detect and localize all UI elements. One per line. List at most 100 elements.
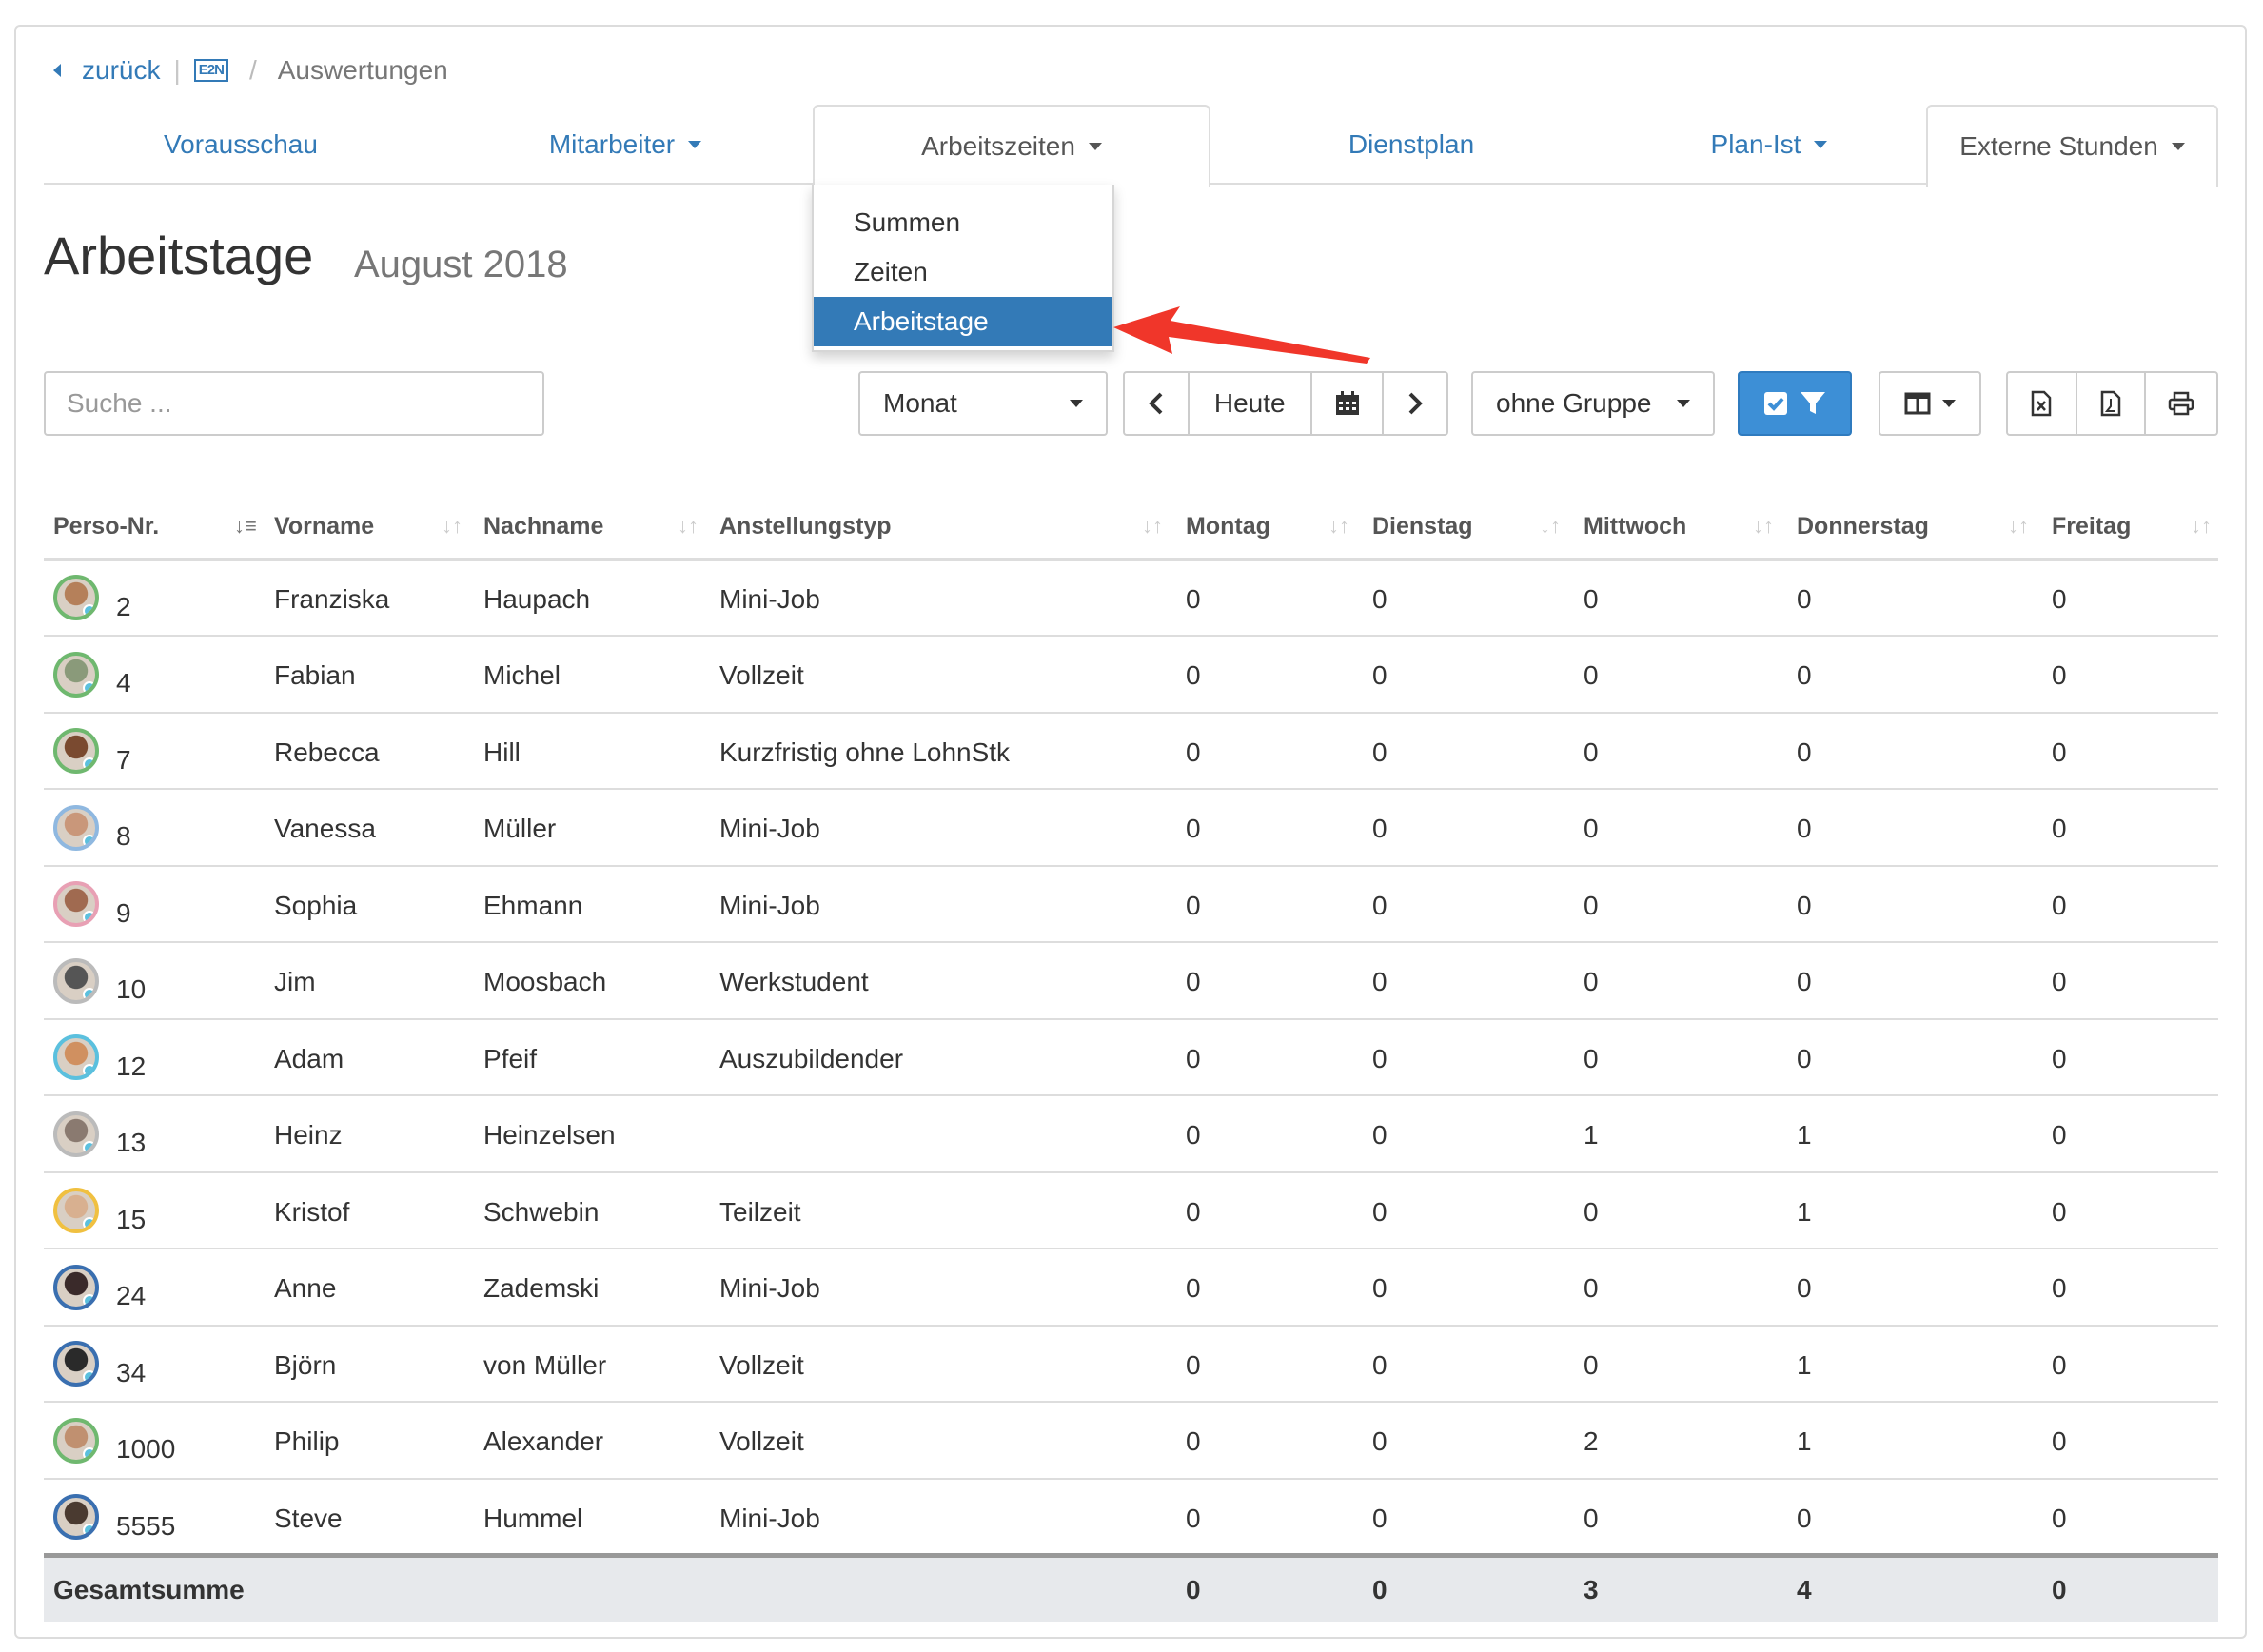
caret-left-icon[interactable] xyxy=(53,64,61,77)
cell-freitag: 0 xyxy=(2052,583,2067,614)
table-row[interactable]: 7 Rebecca Hill Kurzfristig ohne LohnStk 0 0 0 0… xyxy=(44,715,2218,790)
cell-vorname: Philip xyxy=(274,1426,340,1456)
sort-icon[interactable]: ↓↑ xyxy=(1753,514,1774,539)
sort-desc-icon[interactable]: ↓≡ xyxy=(234,514,257,539)
cell-freitag: 0 xyxy=(2052,1426,2067,1456)
table-row[interactable]: 10 Jim Moosbach Werkstudent 0 0 0 0 0 xyxy=(44,945,2218,1020)
cell-perso-nr: 8 xyxy=(116,821,131,851)
cell-mittwoch: 0 xyxy=(1584,737,1599,767)
cell-anstellungstyp: Auszubildender xyxy=(719,1043,904,1073)
cell-nachname: Pfeif xyxy=(483,1043,538,1073)
period-select[interactable]: Monat xyxy=(858,371,1108,436)
cell-mittwoch: 0 xyxy=(1584,814,1599,843)
header-dienstag[interactable]: Dienstag xyxy=(1372,495,1473,558)
print-button[interactable] xyxy=(2146,373,2216,434)
table-row[interactable]: 13 Heinz Heinzelsen 0 0 1 1 0 xyxy=(44,1098,2218,1173)
sort-icon[interactable]: ↓↑ xyxy=(442,514,462,539)
header-montag[interactable]: Montag xyxy=(1186,495,1270,558)
total-donnerstag: 4 xyxy=(1797,1574,1812,1604)
cell-donnerstag: 0 xyxy=(1797,814,1812,843)
today-button[interactable]: Heute xyxy=(1190,373,1312,434)
tab-plan-ist[interactable]: Plan-Ist xyxy=(1612,105,1926,185)
table-row[interactable]: 1000 Philip Alexander Vollzeit 0 0 2 1 0 xyxy=(44,1405,2218,1480)
avatar xyxy=(53,1034,99,1080)
status-dot-icon xyxy=(83,1217,95,1229)
header-anstellungstyp[interactable]: Anstellungstyp xyxy=(719,495,892,558)
cell-vorname: Fabian xyxy=(274,660,356,690)
cell-anstellungstyp: Mini-Job xyxy=(719,1273,820,1303)
search-input[interactable] xyxy=(44,371,544,436)
tab-externe-stunden[interactable]: Externe Stunden xyxy=(1926,105,2218,187)
tab-vorausschau[interactable]: Vorausschau xyxy=(44,105,438,185)
cell-perso-nr: 12 xyxy=(116,1051,147,1081)
columns-icon xyxy=(1904,392,1931,415)
back-link[interactable]: zurück xyxy=(82,55,160,86)
cell-nachname: Schwebin xyxy=(483,1196,600,1227)
sort-icon[interactable]: ↓↑ xyxy=(2191,514,2212,539)
cell-anstellungstyp: Vollzeit xyxy=(719,1349,804,1380)
menu-item-zeiten[interactable]: Zeiten xyxy=(814,247,1112,297)
cell-vorname: Adam xyxy=(274,1043,344,1073)
cell-nachname: Hummel xyxy=(483,1503,583,1533)
header-perso-nr[interactable]: Perso-Nr. xyxy=(53,495,159,558)
avatar xyxy=(53,881,99,927)
menu-item-summen[interactable]: Summen xyxy=(814,198,1112,247)
tab-arbeitszeiten[interactable]: Arbeitszeiten xyxy=(813,105,1210,187)
tab-mitarbeiter[interactable]: Mitarbeiter xyxy=(438,105,813,185)
table-row[interactable]: 12 Adam Pfeif Auszubildender 0 0 0 0 0 xyxy=(44,1021,2218,1096)
table-row[interactable]: 5555 Steve Hummel Mini-Job 0 0 0 0 0 xyxy=(44,1481,2218,1556)
table-row[interactable]: 4 Fabian Michel Vollzeit 0 0 0 0 0 xyxy=(44,639,2218,714)
cell-dienstag: 0 xyxy=(1372,1426,1387,1456)
sort-icon[interactable]: ↓↑ xyxy=(1540,514,1561,539)
cell-mittwoch: 0 xyxy=(1584,1043,1599,1073)
cell-mittwoch: 0 xyxy=(1584,967,1599,996)
sort-icon[interactable]: ↓↑ xyxy=(2008,514,2029,539)
separator: | xyxy=(173,55,181,85)
table-row[interactable]: 9 Sophia Ehmann Mini-Job 0 0 0 0 0 xyxy=(44,868,2218,943)
cell-freitag: 0 xyxy=(2052,1043,2067,1073)
sort-icon[interactable]: ↓↑ xyxy=(678,514,699,539)
table-row[interactable]: 8 Vanessa Müller Mini-Job 0 0 0 0 0 xyxy=(44,792,2218,867)
cell-dienstag: 0 xyxy=(1372,737,1387,767)
filter-button[interactable] xyxy=(1738,371,1852,436)
table-row[interactable]: 34 Björn von Müller Vollzeit 0 0 0 1 0 xyxy=(44,1328,2218,1403)
table-row[interactable]: 15 Kristof Schwebin Teilzeit 0 0 0 1 0 xyxy=(44,1174,2218,1249)
avatar xyxy=(53,1417,99,1464)
cell-montag: 0 xyxy=(1186,967,1201,996)
chevron-down-icon xyxy=(1070,400,1083,407)
tab-label: Externe Stunden xyxy=(1959,131,2158,161)
prev-button[interactable] xyxy=(1125,373,1190,434)
file-pdf-icon xyxy=(2100,390,2121,417)
cell-anstellungstyp: Vollzeit xyxy=(719,660,804,690)
header-nachname[interactable]: Nachname xyxy=(483,495,603,558)
export-excel-button[interactable] xyxy=(2008,373,2077,434)
cell-anstellungstyp: Vollzeit xyxy=(719,1426,804,1456)
logo-icon[interactable]: E2N xyxy=(193,59,228,82)
cell-donnerstag: 0 xyxy=(1797,967,1812,996)
next-button[interactable] xyxy=(1384,373,1446,434)
header-freitag[interactable]: Freitag xyxy=(2052,495,2131,558)
avatar xyxy=(53,1341,99,1386)
chevron-left-icon xyxy=(1148,392,1163,415)
cell-anstellungstyp: Kurzfristig ohne LohnStk xyxy=(719,737,1011,767)
sort-icon[interactable]: ↓↑ xyxy=(1142,514,1163,539)
period-value: Monat xyxy=(883,388,957,418)
calendar-button[interactable] xyxy=(1312,373,1385,434)
sort-icon[interactable]: ↓↑ xyxy=(1328,514,1349,539)
export-pdf-button[interactable] xyxy=(2077,373,2147,434)
cell-mittwoch: 0 xyxy=(1584,1503,1599,1533)
cell-nachname: Hill xyxy=(483,737,521,767)
header-vorname[interactable]: Vorname xyxy=(274,495,374,558)
header-donnerstag[interactable]: Donnerstag xyxy=(1797,495,1929,558)
header-mittwoch[interactable]: Mittwoch xyxy=(1584,495,1686,558)
columns-button[interactable] xyxy=(1879,371,1981,436)
cell-donnerstag: 0 xyxy=(1797,583,1812,614)
tab-dienstplan[interactable]: Dienstplan xyxy=(1210,105,1612,185)
table-row[interactable]: 2 Franziska Haupach Mini-Job 0 0 0 0 0 xyxy=(44,561,2218,637)
cell-freitag: 0 xyxy=(2052,1503,2067,1533)
group-select[interactable]: ohne Gruppe xyxy=(1471,371,1715,436)
menu-item-arbeitstage[interactable]: Arbeitstage xyxy=(814,297,1112,346)
total-label: Gesamtsumme xyxy=(53,1574,245,1604)
cell-freitag: 0 xyxy=(2052,1349,2067,1380)
table-row[interactable]: 24 Anne Zademski Mini-Job 0 0 0 0 0 xyxy=(44,1251,2218,1327)
